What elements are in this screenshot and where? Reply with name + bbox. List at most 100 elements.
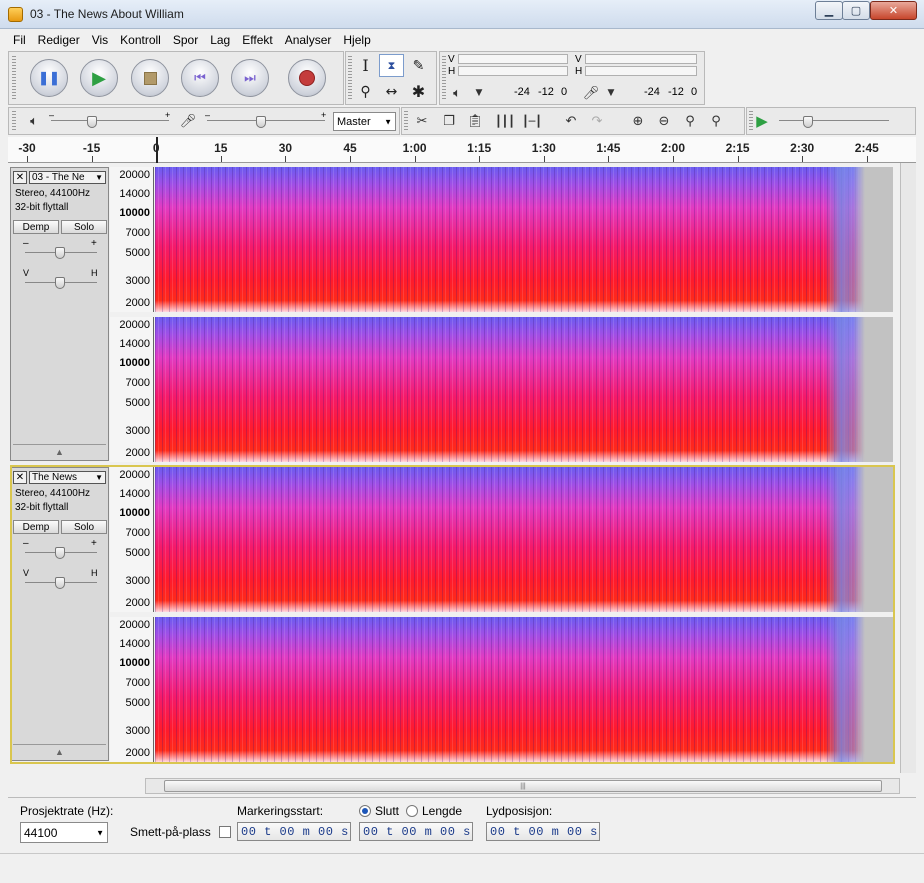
play-speed-slider[interactable]	[779, 120, 889, 121]
toolbar-grip[interactable]	[404, 111, 408, 131]
frequency-axis: 20000 14000 10000 7000 5000 3000 2000	[110, 467, 154, 612]
record-meter-right[interactable]	[585, 66, 697, 76]
play-at-speed-toolbar: ▶	[746, 107, 916, 135]
menu-fil[interactable]: Fil	[8, 33, 31, 47]
spectrogram-channel[interactable]	[155, 617, 893, 762]
input-slider-plus: +	[321, 110, 327, 120]
microphone-icon[interactable]: 🎤︎	[580, 82, 602, 104]
project-rate-select[interactable]: 44100 ▼	[20, 822, 108, 843]
paste-icon[interactable]: 📋︎	[464, 110, 486, 132]
silence-icon[interactable]: ┃─┃	[521, 110, 543, 132]
solo-button[interactable]: Solo	[61, 520, 107, 534]
play-head-marker[interactable]	[156, 137, 159, 163]
title-bar: 03 - The News About William ▁ ▢ ✕	[0, 0, 924, 29]
collapse-track-button[interactable]: ▲	[13, 744, 106, 758]
play-button[interactable]: ▶	[80, 59, 118, 97]
frequency-label: 7000	[125, 677, 150, 689]
skip-start-icon: ⏮	[194, 70, 206, 85]
fit-project-icon[interactable]: ⚲	[705, 110, 727, 132]
audio-position-field[interactable]: 00 t 00 m 00 s	[486, 822, 600, 841]
toolbar-grip[interactable]	[12, 111, 16, 131]
menu-effekt[interactable]: Effekt	[237, 33, 277, 47]
close-track-icon[interactable]: ✕	[13, 471, 27, 484]
menu-lag[interactable]: Lag	[205, 33, 235, 47]
horizontal-scrollbar[interactable]: |||	[145, 778, 900, 794]
envelope-tool[interactable]: ⧗	[379, 54, 404, 77]
record-meter-left[interactable]	[585, 54, 697, 64]
mute-button[interactable]: Demp	[13, 520, 59, 534]
stop-button[interactable]	[131, 59, 169, 97]
vertical-scrollbar[interactable]	[900, 163, 916, 773]
skip-end-button[interactable]: ⏭	[231, 59, 269, 97]
end-radio[interactable]	[359, 805, 371, 817]
pan-thumb[interactable]	[55, 577, 65, 589]
record-button[interactable]	[288, 59, 326, 97]
menu-rediger[interactable]: Rediger	[33, 33, 85, 47]
speaker-icon[interactable]: 🔈︎	[446, 82, 468, 104]
collapse-track-button[interactable]: ▲	[13, 444, 106, 458]
selection-start-value: 00 t 00 m 00 s	[241, 824, 349, 839]
zoom-out-icon[interactable]: ⊖	[653, 110, 675, 132]
zoom-in-icon[interactable]: ⊕	[627, 110, 649, 132]
menu-vis[interactable]: Vis	[87, 33, 113, 47]
selection-tool[interactable]: I	[353, 54, 378, 77]
chevron-down-icon[interactable]: ▼	[600, 82, 622, 104]
undo-icon[interactable]: ↶	[560, 110, 582, 132]
length-radio-label: Lengde	[422, 804, 463, 818]
selection-end-field[interactable]: 00 t 00 m 00 s	[359, 822, 473, 841]
close-button[interactable]: ✕	[870, 1, 917, 20]
record-scale-12: -12	[668, 86, 684, 98]
track-name-menu[interactable]: 03 - The Ne	[29, 171, 106, 184]
spectrogram-channel[interactable]	[155, 317, 893, 462]
audio-position-value: 00 t 00 m 00 s	[490, 824, 598, 839]
mute-button[interactable]: Demp	[13, 220, 59, 234]
play-speed-thumb[interactable]	[803, 116, 813, 128]
toolbar-grip[interactable]	[12, 56, 16, 100]
pan-left-label: V	[23, 268, 30, 278]
multi-tool[interactable]: ✱	[406, 80, 431, 103]
menu-hjelp[interactable]: Hjelp	[338, 33, 375, 47]
frequency-label: 20000	[119, 319, 150, 331]
input-volume-slider[interactable]	[207, 120, 325, 121]
timeshift-tool[interactable]: ↔	[379, 80, 404, 103]
playback-meter-right[interactable]	[458, 66, 568, 76]
playback-meter-left[interactable]	[458, 54, 568, 64]
toolbar-grip[interactable]	[348, 56, 352, 100]
spectrogram-channel[interactable]	[155, 467, 893, 612]
track-name-menu[interactable]: The News	[29, 471, 106, 484]
redo-icon[interactable]: ↷	[586, 110, 608, 132]
solo-button[interactable]: Solo	[61, 220, 107, 234]
play-at-speed-icon[interactable]: ▶	[751, 110, 773, 132]
draw-tool[interactable]: ✎	[406, 54, 431, 77]
menu-kontroll[interactable]: Kontroll	[115, 33, 166, 47]
ruler-tick	[802, 156, 804, 162]
gain-thumb[interactable]	[55, 547, 65, 559]
cut-icon[interactable]: ✂	[411, 110, 433, 132]
input-source-select[interactable]: Master ▼	[333, 112, 396, 131]
output-volume-slider[interactable]	[51, 120, 169, 121]
skip-start-button[interactable]: ⏮	[181, 59, 219, 97]
length-radio[interactable]	[406, 805, 418, 817]
menu-spor[interactable]: Spor	[168, 33, 203, 47]
zoom-tool[interactable]: ⚲	[353, 80, 378, 103]
maximize-button[interactable]: ▢	[842, 1, 870, 20]
trim-icon[interactable]: ┃┃┃	[494, 110, 516, 132]
close-track-icon[interactable]: ✕	[13, 171, 27, 184]
gain-thumb[interactable]	[55, 247, 65, 259]
pause-button[interactable]: ❚❚	[30, 59, 68, 97]
end-radio-label: Slutt	[375, 804, 400, 818]
output-volume-thumb[interactable]	[87, 116, 97, 128]
spectrogram-channel[interactable]	[155, 167, 893, 312]
timeline-ruler[interactable]: -30-1501530451:001:151:301:452:002:152:3…	[8, 137, 916, 163]
gain-plus-label: +	[91, 538, 97, 549]
horizontal-scrollbar-thumb[interactable]: |||	[164, 780, 882, 792]
menu-analyser[interactable]: Analyser	[280, 33, 337, 47]
chevron-down-icon[interactable]: ▼	[468, 82, 490, 104]
minimize-button[interactable]: ▁	[815, 1, 843, 20]
fit-selection-icon[interactable]: ⚲	[679, 110, 701, 132]
selection-start-field[interactable]: 00 t 00 m 00 s	[237, 822, 351, 841]
pan-thumb[interactable]	[55, 277, 65, 289]
copy-icon[interactable]: ❐	[438, 110, 460, 132]
input-volume-thumb[interactable]	[256, 116, 266, 128]
snap-to-checkbox[interactable]	[219, 826, 231, 838]
